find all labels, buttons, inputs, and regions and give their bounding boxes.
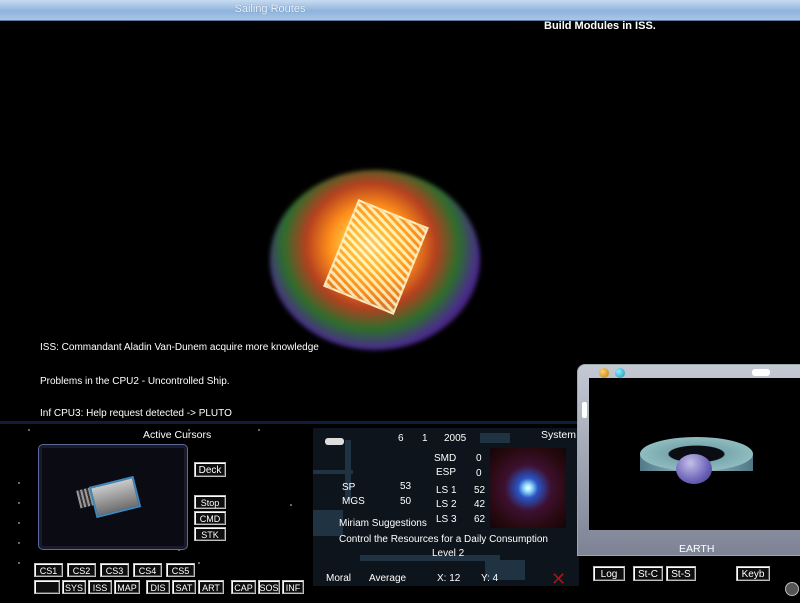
sat-button[interactable]: SAT [172, 580, 196, 594]
cs4-button[interactable]: CS4 [133, 563, 162, 577]
ls1-value: 52 [474, 485, 486, 496]
sos-button[interactable]: SOS [258, 580, 280, 594]
date-month: 1 [422, 433, 428, 444]
suggestion-level: Level 2 [432, 548, 465, 559]
dis-button[interactable]: DIS [146, 580, 170, 594]
log-button[interactable]: Log [593, 566, 625, 581]
moral-label: Moral [326, 573, 352, 584]
cs3-button[interactable]: CS3 [100, 563, 129, 577]
x-coordinate: X: 12 [437, 573, 461, 584]
message-line: Inf CPU3: Help request detected -> PLUTO [40, 408, 232, 419]
esp-label: ESP [436, 467, 457, 478]
moral-value: Average [369, 573, 407, 584]
deck-button[interactable]: Deck [194, 462, 226, 477]
top-message: Build Modules in ISS. [544, 20, 656, 32]
close-x-icon[interactable]: ✕ [551, 570, 566, 588]
ls3-value: 62 [474, 514, 486, 525]
date-day: 6 [398, 433, 404, 444]
mgs-label: MGS [342, 496, 365, 507]
st-c-button[interactable]: St-C [633, 566, 663, 581]
ls2-value: 42 [474, 499, 486, 510]
indicator-bar [325, 438, 344, 445]
iss-button[interactable]: ISS [88, 580, 112, 594]
system-minimap[interactable] [490, 448, 566, 528]
ls1-label: LS 1 [436, 485, 457, 496]
ls3-label: LS 3 [436, 514, 457, 525]
stop-button[interactable]: Stop [194, 495, 226, 509]
keyb-button[interactable]: Keyb [736, 566, 770, 581]
window-title: Sailing Routes [234, 3, 306, 15]
map-button[interactable]: MAP [114, 580, 140, 594]
date-year: 2005 [444, 433, 467, 444]
blank-button[interactable] [34, 580, 60, 594]
indicator-bar [752, 369, 770, 376]
viewer-scrollbar[interactable] [582, 402, 587, 418]
st-s-button[interactable]: St-S [666, 566, 696, 581]
circuit-block [480, 433, 510, 443]
suggestion-text: Control the Resources for a Daily Consum… [339, 534, 548, 545]
smd-label: SMD [434, 453, 457, 464]
orange-light-icon [599, 368, 609, 378]
message-line: Problems in the CPU2 - Uncontrolled Ship… [40, 376, 230, 387]
mgs-value: 50 [400, 496, 412, 507]
circuit-line [360, 555, 500, 561]
system-label: System [541, 429, 577, 441]
cyan-light-icon [615, 368, 625, 378]
stk-button[interactable]: STK [194, 527, 226, 541]
sys-button[interactable]: SYS [62, 580, 86, 594]
smd-value: 0 [476, 453, 482, 464]
options-icon[interactable] [785, 582, 799, 596]
sp-label: SP [342, 482, 356, 493]
y-coordinate: Y: 4 [481, 573, 499, 584]
planet-name: EARTH [679, 543, 715, 555]
inf-button[interactable]: INF [282, 580, 304, 594]
message-line: ISS: Commandant Aladin Van-Dunem acquire… [40, 342, 319, 353]
sp-value: 53 [400, 481, 412, 492]
esp-value: 0 [476, 468, 482, 479]
cs5-button[interactable]: CS5 [166, 563, 195, 577]
cap-button[interactable]: CAP [231, 580, 256, 594]
window-title-bar[interactable]: Sailing Routes [0, 0, 800, 21]
cmd-button[interactable]: CMD [194, 511, 226, 525]
ls2-label: LS 2 [436, 499, 457, 510]
cs1-button[interactable]: CS1 [34, 563, 63, 577]
active-cursors-title: Active Cursors [143, 429, 212, 441]
cs2-button[interactable]: CS2 [67, 563, 96, 577]
suggestion-title: Miriam Suggestions [339, 518, 427, 529]
art-button[interactable]: ART [198, 580, 224, 594]
planet-sphere-icon [676, 454, 712, 484]
